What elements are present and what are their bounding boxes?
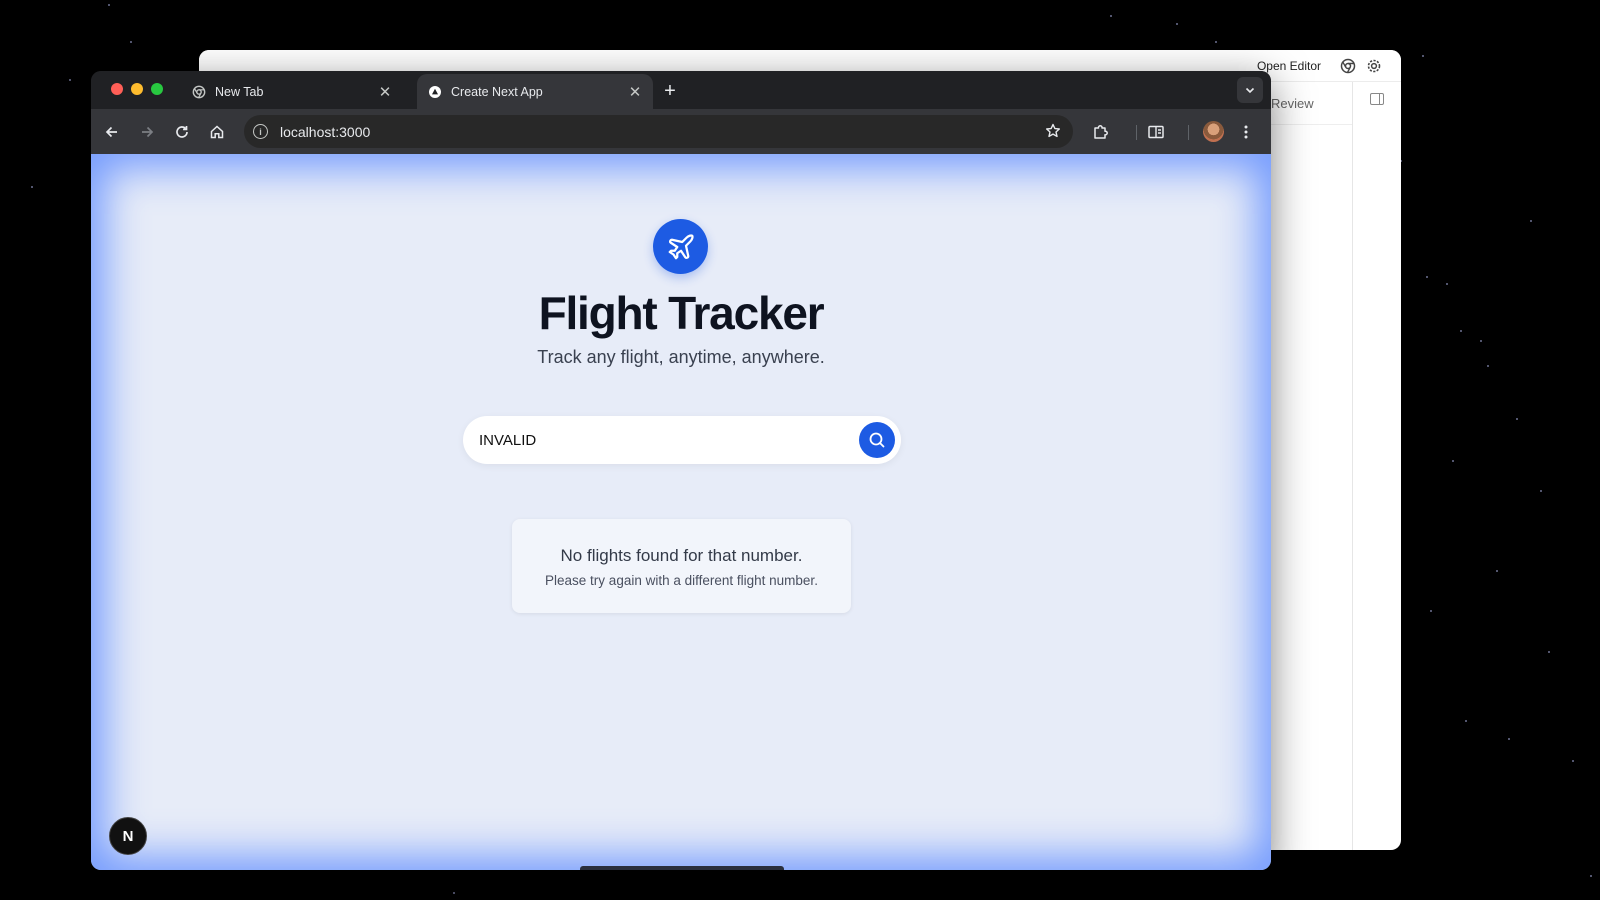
page-viewport: Flight Tracker Track any flight, anytime… bbox=[91, 154, 1271, 870]
browser-menu-button[interactable] bbox=[1233, 119, 1259, 145]
zoom-window-button[interactable] bbox=[151, 83, 163, 95]
home-icon bbox=[210, 125, 224, 139]
tab-strip: New Tab ✕ Create Next App ✕ + bbox=[91, 71, 1271, 109]
tab-create-next-app[interactable]: Create Next App ✕ bbox=[417, 74, 653, 109]
app-logo bbox=[653, 219, 708, 274]
toolbar-separator bbox=[1136, 125, 1137, 140]
reload-icon bbox=[176, 126, 188, 138]
no-results-detail: Please try again with a different flight… bbox=[545, 573, 818, 588]
tab-title: New Tab bbox=[215, 84, 264, 99]
tab-search-button[interactable] bbox=[1237, 77, 1263, 103]
close-icon[interactable]: ✕ bbox=[377, 84, 393, 101]
chrome-icon bbox=[192, 85, 206, 99]
flight-number-input[interactable] bbox=[479, 416, 839, 464]
no-results-card: No flights found for that number. Please… bbox=[512, 519, 851, 613]
reading-mode-icon bbox=[1148, 125, 1164, 139]
no-results-title: No flights found for that number. bbox=[560, 546, 803, 565]
chevron-down-icon bbox=[1245, 87, 1255, 94]
address-bar[interactable]: i localhost:3000 bbox=[244, 115, 1073, 148]
chrome-icon[interactable] bbox=[1340, 58, 1356, 74]
search-icon bbox=[869, 432, 885, 448]
tab-new-tab[interactable]: New Tab ✕ bbox=[181, 74, 403, 109]
browser-toolbar: i localhost:3000 bbox=[91, 109, 1271, 154]
reload-button[interactable] bbox=[169, 119, 195, 145]
close-icon[interactable]: ✕ bbox=[627, 84, 643, 101]
nextjs-triangle-icon bbox=[428, 85, 442, 99]
tab-title: Create Next App bbox=[451, 84, 543, 99]
profile-avatar[interactable] bbox=[1203, 121, 1224, 142]
close-window-button[interactable] bbox=[111, 83, 123, 95]
bottom-handle bbox=[580, 866, 784, 870]
browser-window: New Tab ✕ Create Next App ✕ + i localhos… bbox=[91, 71, 1271, 870]
forward-button[interactable] bbox=[134, 119, 160, 145]
minimize-window-button[interactable] bbox=[131, 83, 143, 95]
divider bbox=[1352, 82, 1353, 850]
divider bbox=[1259, 124, 1353, 125]
home-button[interactable] bbox=[204, 119, 230, 145]
new-tab-button[interactable]: + bbox=[658, 79, 682, 103]
back-button[interactable] bbox=[99, 119, 125, 145]
toolbar-separator bbox=[1188, 125, 1189, 140]
page-title: Flight Tracker bbox=[538, 287, 825, 339]
address-url[interactable]: localhost:3000 bbox=[280, 124, 370, 140]
arrow-right-icon bbox=[142, 126, 154, 138]
gear-icon[interactable] bbox=[1366, 58, 1382, 74]
page-subtitle: Track any flight, anytime, anywhere. bbox=[537, 347, 825, 367]
reading-mode-button[interactable] bbox=[1143, 119, 1169, 145]
airplane-icon bbox=[668, 233, 694, 259]
puzzle-icon bbox=[1094, 125, 1108, 139]
more-vertical-icon bbox=[1244, 125, 1248, 139]
arrow-left-icon bbox=[105, 126, 117, 138]
flight-search-form bbox=[463, 416, 901, 464]
sidebar-toggle-icon[interactable] bbox=[1370, 93, 1384, 105]
search-button[interactable] bbox=[859, 422, 895, 458]
extensions-button[interactable] bbox=[1088, 119, 1114, 145]
site-info-icon[interactable]: i bbox=[253, 124, 268, 139]
nextjs-dev-badge[interactable]: N bbox=[109, 817, 147, 855]
bookmark-star-icon[interactable] bbox=[1044, 122, 1062, 140]
review-tab[interactable]: Review bbox=[1271, 96, 1314, 111]
